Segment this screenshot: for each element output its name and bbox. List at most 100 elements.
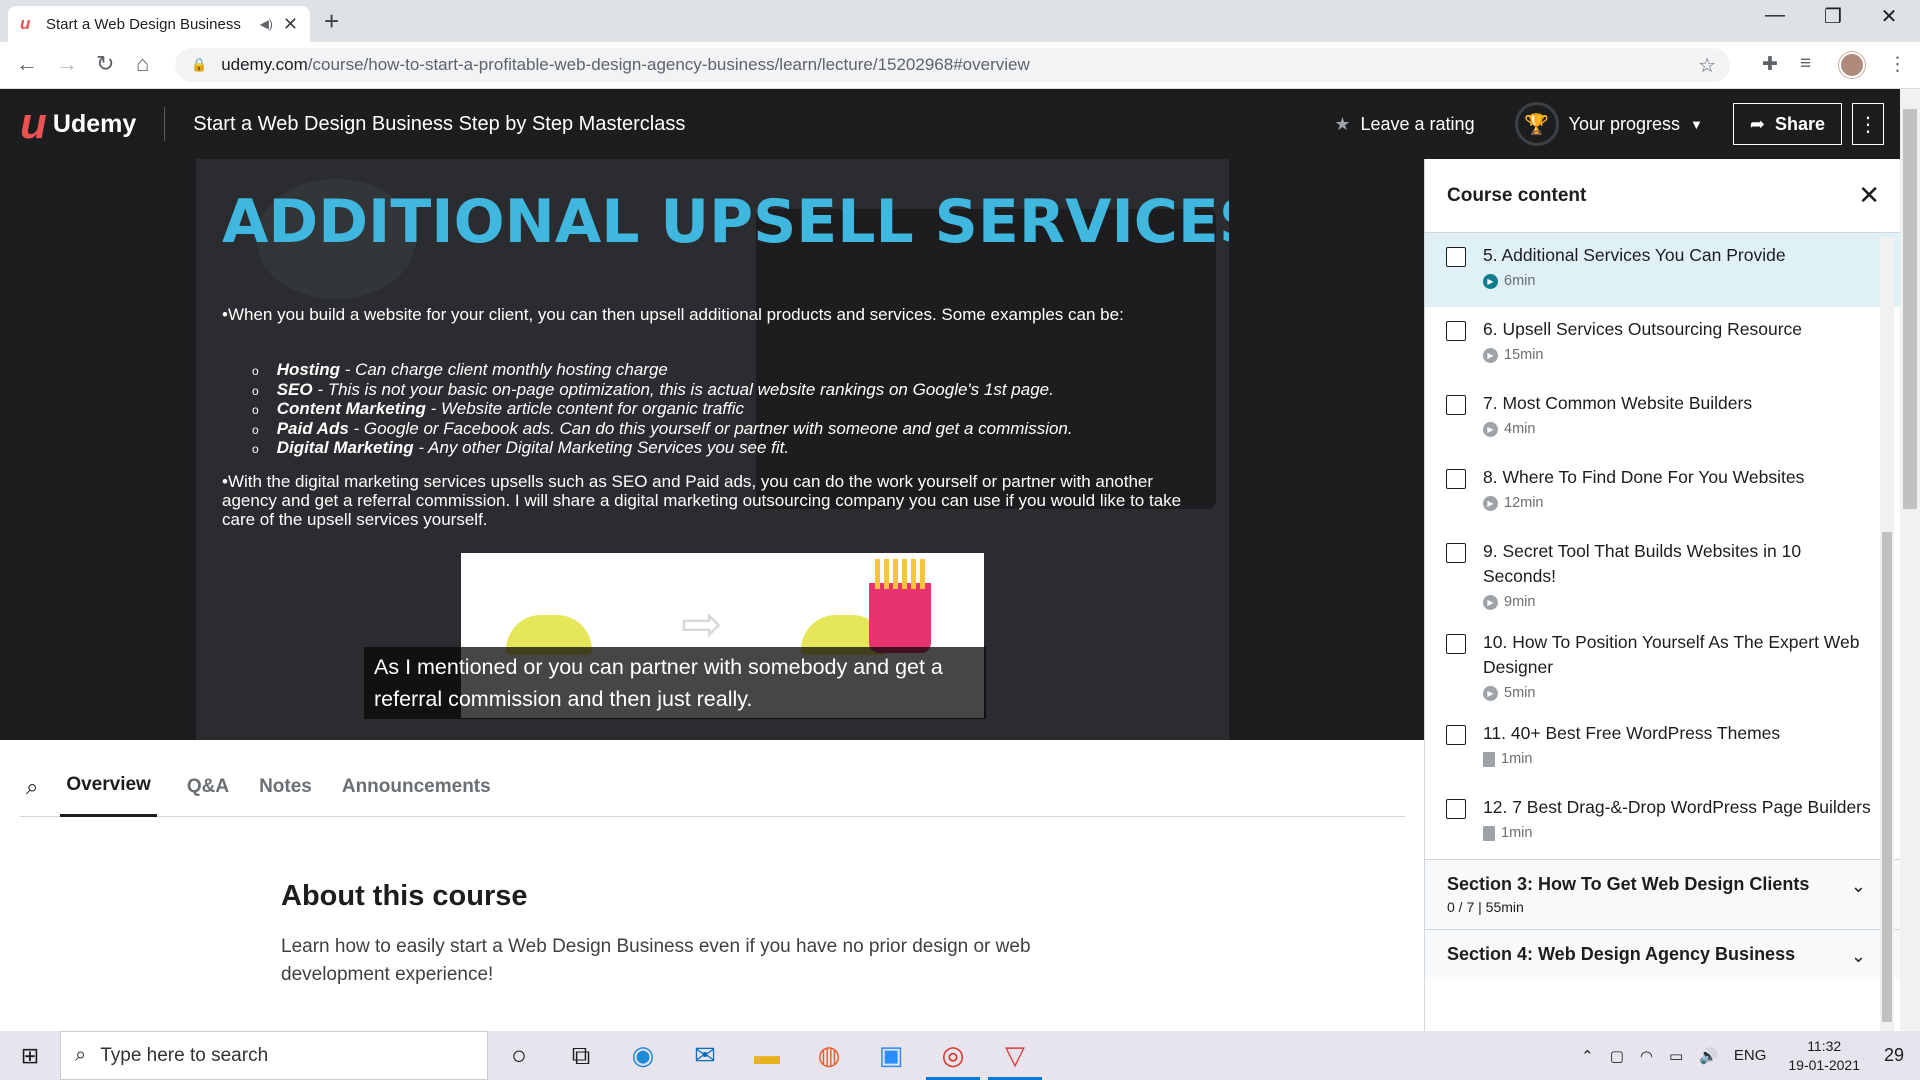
- close-window-button[interactable]: ✕: [1866, 4, 1912, 29]
- section-header[interactable]: Section 4: Web Design Agency Business ⌄: [1425, 929, 1900, 979]
- minimize-button[interactable]: —: [1752, 4, 1798, 27]
- play-icon: ▶: [1483, 685, 1498, 701]
- lecture-item[interactable]: 6. Upsell Services Outsourcing Resource …: [1425, 307, 1900, 381]
- speaker-icon[interactable]: ◀): [260, 17, 273, 31]
- vectr-icon[interactable]: ▽: [984, 1031, 1046, 1080]
- media-queue-icon[interactable]: ≡: [1800, 53, 1811, 75]
- page-scroll-thumb[interactable]: [1903, 109, 1917, 509]
- play-icon: ▶: [1483, 594, 1498, 610]
- slide-bullet: Paid Ads - Google or Facebook ads. Can d…: [252, 419, 1073, 440]
- lecture-checkbox[interactable]: [1446, 321, 1466, 341]
- lecture-item[interactable]: 9. Secret Tool That Builds Websites in 1…: [1425, 529, 1900, 620]
- slide-bullet-list: Hosting - Can charge client monthly host…: [252, 360, 1073, 459]
- lecture-checkbox[interactable]: [1446, 395, 1466, 415]
- url-input[interactable]: 🔒 udemy.com/course/how-to-start-a-profit…: [175, 48, 1730, 82]
- more-options-button[interactable]: ⋮: [1852, 103, 1884, 145]
- udemy-logo[interactable]: u Udemy: [20, 102, 136, 146]
- clock-date: 19-01-2021: [1788, 1056, 1860, 1073]
- new-tab-button[interactable]: +: [324, 6, 339, 37]
- course-title[interactable]: Start a Web Design Business Step by Step…: [193, 113, 685, 136]
- lecture-item[interactable]: 10. How To Position Yourself As The Expe…: [1425, 620, 1900, 711]
- share-label: Share: [1774, 113, 1825, 134]
- cortana-icon[interactable]: ○: [488, 1031, 550, 1080]
- address-bar-row: ← → ↻ ⌂ 🔒 udemy.com/course/how-to-start-…: [0, 42, 1920, 89]
- wifi-icon[interactable]: ◠: [1640, 1047, 1653, 1065]
- lecture-checkbox[interactable]: [1446, 725, 1466, 745]
- bullet-term: SEO: [276, 379, 313, 399]
- slide-paragraph-1: •When you build a website for your clien…: [222, 305, 1124, 324]
- language-indicator[interactable]: ENG: [1734, 1047, 1767, 1064]
- bullet-desc: - Website article content for organic tr…: [425, 399, 745, 418]
- close-sidebar-icon[interactable]: ✕: [1858, 180, 1880, 211]
- maximize-button[interactable]: ❐: [1810, 4, 1856, 29]
- lecture-duration: 5min: [1504, 685, 1536, 701]
- tab-overview[interactable]: Overview: [60, 757, 157, 817]
- reload-icon[interactable]: ↻: [96, 51, 114, 77]
- lecture-item[interactable]: 7. Most Common Website Builders ▶ 4min: [1425, 381, 1900, 455]
- url-path: /course/how-to-start-a-profitable-web-de…: [307, 55, 1030, 74]
- volume-icon[interactable]: 🔊: [1699, 1047, 1718, 1065]
- lecture-checkbox[interactable]: [1446, 247, 1466, 267]
- lecture-checkbox[interactable]: [1446, 634, 1466, 654]
- fries-illustration: [869, 559, 931, 653]
- video-player[interactable]: ADDITIONAL UPSELL SERVICES •When you bui…: [0, 159, 1424, 740]
- task-view-icon[interactable]: ⧉: [550, 1031, 612, 1080]
- lecture-title: 6. Upsell Services Outsourcing Resource: [1483, 319, 1803, 339]
- extensions-icon[interactable]: ✚: [1762, 53, 1778, 76]
- firefox-icon[interactable]: ◍: [798, 1031, 860, 1080]
- browser-menu-icon[interactable]: ⋮: [1888, 53, 1907, 76]
- about-heading: About this course: [281, 880, 528, 912]
- lecture-checkbox[interactable]: [1446, 469, 1466, 489]
- tab-notes[interactable]: Notes: [259, 757, 312, 817]
- star-icon: ★: [1334, 113, 1351, 134]
- lecture-item[interactable]: 5. Additional Services You Can Provide ▶…: [1425, 233, 1900, 307]
- chrome-icon[interactable]: ◎: [922, 1031, 984, 1080]
- file-explorer-icon[interactable]: ▬: [736, 1031, 798, 1080]
- document-icon: [1483, 825, 1495, 841]
- battery-icon[interactable]: ▭: [1669, 1047, 1683, 1065]
- home-icon[interactable]: ⌂: [136, 51, 149, 77]
- profile-avatar[interactable]: [1839, 52, 1865, 78]
- progress-dropdown[interactable]: 🏆 Your progress ▼: [1514, 102, 1703, 146]
- bullet-desc: - This is not your basic on-page optimiz…: [312, 379, 1054, 399]
- slide-bullet: Digital Marketing - Any other Digital Ma…: [252, 438, 1073, 459]
- back-icon[interactable]: ←: [16, 51, 38, 77]
- lecture-checkbox[interactable]: [1446, 543, 1466, 563]
- bullet-term: Content Marketing: [276, 399, 426, 418]
- close-tab-icon[interactable]: ✕: [283, 14, 298, 35]
- lecture-duration: 1min: [1501, 751, 1533, 767]
- notifications-count: 29: [1883, 1045, 1905, 1065]
- section-header[interactable]: Section 3: How To Get Web Design Clients…: [1425, 859, 1900, 929]
- search-icon[interactable]: ⌕: [26, 774, 38, 800]
- forward-icon[interactable]: →: [56, 51, 78, 77]
- lecture-item[interactable]: 11. 40+ Best Free WordPress Themes 1min: [1425, 711, 1900, 785]
- udemy-header: u Udemy Start a Web Design Business Step…: [0, 89, 1900, 159]
- zoom-icon[interactable]: ▣: [860, 1031, 922, 1080]
- mail-icon[interactable]: ✉: [674, 1031, 736, 1080]
- lecture-checkbox[interactable]: [1446, 799, 1466, 819]
- lecture-item[interactable]: 8. Where To Find Done For You Websites ▶…: [1425, 455, 1900, 529]
- lecture-item[interactable]: 12. 7 Best Drag-&-Drop WordPress Page Bu…: [1425, 785, 1900, 859]
- windows-start-icon[interactable]: ⊞: [0, 1043, 60, 1069]
- tab-qa[interactable]: Q&A: [187, 757, 229, 817]
- leave-rating-button[interactable]: ★ Leave a rating: [1334, 114, 1474, 135]
- sidebar-scrollbar[interactable]: [1880, 237, 1894, 1032]
- taskbar-search[interactable]: ⌕ Type here to search: [60, 1031, 488, 1080]
- notifications-button[interactable]: 29: [1874, 1045, 1914, 1066]
- lecture-title: 12. 7 Best Drag-&-Drop WordPress Page Bu…: [1483, 797, 1871, 817]
- tab-announcements[interactable]: Announcements: [342, 757, 491, 817]
- arrow-illustration-icon: ⇨: [681, 596, 723, 652]
- clock[interactable]: 11:32 19-01-2021: [1788, 1037, 1860, 1075]
- section-title: Section 3: How To Get Web Design Clients: [1447, 874, 1810, 894]
- page-scrollbar[interactable]: [1900, 89, 1920, 1031]
- course-content-sidebar: Course content ✕ 5. Additional Services …: [1424, 159, 1900, 1031]
- sidebar-scroll-thumb[interactable]: [1882, 532, 1892, 1022]
- edge-icon[interactable]: ◉: [612, 1031, 674, 1080]
- browser-tab[interactable]: u Start a Web Design Business ◀) ✕: [8, 6, 310, 42]
- chevron-up-icon[interactable]: ⌃: [1581, 1047, 1594, 1065]
- device-icon[interactable]: ▢: [1610, 1047, 1624, 1065]
- section-stats: 0 / 7 | 55min: [1447, 899, 1524, 915]
- video-caption: As I mentioned or you can partner with s…: [364, 647, 986, 719]
- bookmark-star-icon[interactable]: ☆: [1698, 53, 1716, 78]
- share-button[interactable]: ➦ Share: [1732, 103, 1842, 145]
